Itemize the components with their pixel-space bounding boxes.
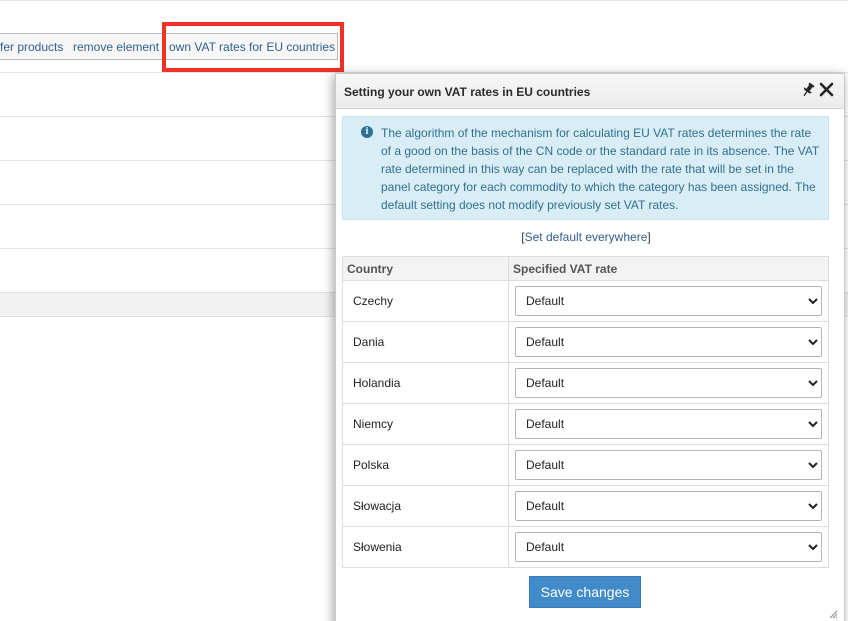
country-cell: Dania xyxy=(342,321,509,363)
vat-rate-select[interactable]: Default xyxy=(515,409,822,439)
vat-rate-select[interactable]: Default xyxy=(515,532,822,562)
top-divider xyxy=(0,0,848,1)
rate-cell: Default xyxy=(508,403,829,445)
rate-cell: Default xyxy=(508,444,829,486)
set-default-everywhere-link[interactable]: Set default everywhere xyxy=(525,230,648,244)
country-cell: Polska xyxy=(342,444,509,486)
rate-cell: Default xyxy=(508,526,829,568)
rate-cell: Default xyxy=(508,321,829,363)
info-icon: i xyxy=(361,126,373,138)
table-row: Holandia Default xyxy=(342,362,829,404)
table-row: Słowenia Default xyxy=(342,526,829,568)
table-row: Niemcy Default xyxy=(342,403,829,445)
resize-grip-icon[interactable] xyxy=(828,606,838,619)
vat-rate-select[interactable]: Default xyxy=(515,368,822,398)
save-changes-button[interactable]: Save changes xyxy=(529,576,641,608)
pin-icon[interactable] xyxy=(801,82,815,98)
rate-cell: Default xyxy=(508,485,829,527)
vat-rate-select[interactable]: Default xyxy=(515,491,822,521)
highlight-annotation xyxy=(162,22,344,72)
country-cell: Niemcy xyxy=(342,403,509,445)
country-cell: Słowenia xyxy=(342,526,509,568)
column-header-country: Country xyxy=(342,256,509,281)
close-icon[interactable] xyxy=(819,82,834,97)
info-text: The algorithm of the mechanism for calcu… xyxy=(381,126,820,212)
table-row: Czechy Default xyxy=(342,280,829,322)
country-cell: Czechy xyxy=(342,280,509,322)
dialog-title: Setting your own VAT rates in EU countri… xyxy=(344,85,591,99)
bracket-close: ] xyxy=(647,230,651,244)
table-row: Słowacja Default xyxy=(342,485,829,527)
page: fer products remove element own VAT rate… xyxy=(0,0,848,621)
country-cell: Słowacja xyxy=(342,485,509,527)
info-alert: i The algorithm of the mechanism for cal… xyxy=(342,116,829,220)
set-default-row: [Set default everywhere] xyxy=(336,230,836,244)
vat-rates-table: Country Specified VAT rate Czechy Defaul… xyxy=(342,256,829,568)
dialog-header: Setting your own VAT rates in EU countri… xyxy=(336,74,844,109)
offer-products-link[interactable]: fer products xyxy=(0,40,63,54)
column-header-rate: Specified VAT rate xyxy=(508,256,829,281)
table-header-row: Country Specified VAT rate xyxy=(342,256,829,281)
remove-element-link[interactable]: remove element xyxy=(73,40,159,54)
table-row: Dania Default xyxy=(342,321,829,363)
vat-rate-select[interactable]: Default xyxy=(515,327,822,357)
rate-cell: Default xyxy=(508,362,829,404)
vat-rate-select[interactable]: Default xyxy=(515,450,822,480)
vat-rates-dialog: Setting your own VAT rates in EU countri… xyxy=(335,73,845,621)
country-cell: Holandia xyxy=(342,362,509,404)
table-row: Polska Default xyxy=(342,444,829,486)
vat-rate-select[interactable]: Default xyxy=(515,286,822,316)
rate-cell: Default xyxy=(508,280,829,322)
